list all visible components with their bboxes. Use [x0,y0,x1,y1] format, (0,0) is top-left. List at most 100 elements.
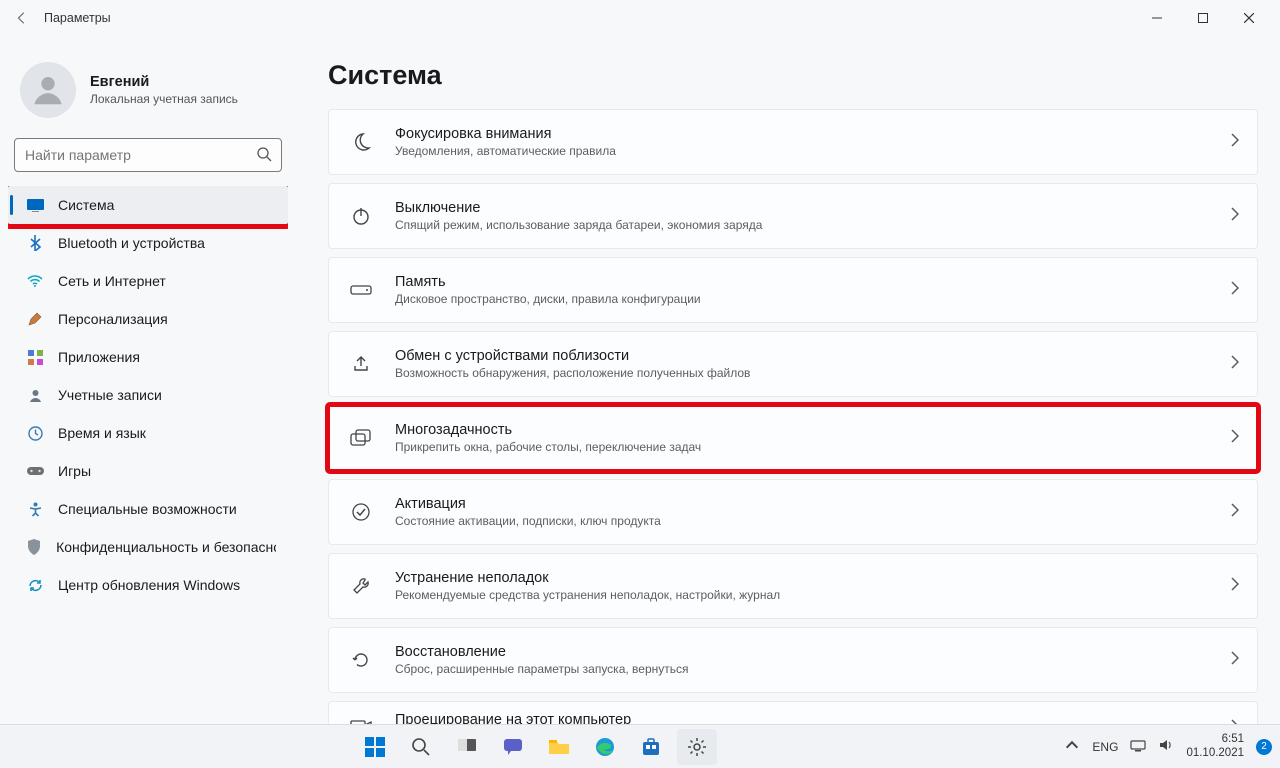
nav-item-privacy[interactable]: Конфиденциальность и безопасность [8,528,288,566]
card-sub: Прикрепить окна, рабочие столы, переключ… [395,440,1210,454]
nav-label: Приложения [58,349,140,365]
chevron-right-icon [1230,207,1239,226]
nav-item-personalization[interactable]: Персонализация [8,300,288,338]
titlebar: Параметры [0,0,1280,36]
minimize-button[interactable] [1134,3,1180,33]
apps-icon [26,350,44,365]
nav-item-network[interactable]: Сеть и Интернет [8,262,288,300]
settings-cards: Фокусировка внимания Уведомления, автомат… [328,109,1258,724]
display-icon [26,199,44,212]
explorer-button[interactable] [539,729,579,765]
card-sub: Сброс, расширенные параметры запуска, ве… [395,662,1210,676]
notification-badge[interactable]: 2 [1256,739,1272,755]
card-title: Многозадачность [395,422,1210,438]
nav-label: Специальные возможности [58,501,237,517]
nav-label: Время и язык [58,425,146,441]
edge-button[interactable] [585,729,625,765]
start-button[interactable] [355,729,395,765]
taskbar-search-button[interactable] [401,729,441,765]
nav-list: Система Bluetooth и устройства Сеть и Ин… [8,186,288,604]
wifi-icon [26,275,44,287]
shield-icon [26,539,42,555]
tray-volume-icon[interactable] [1158,737,1174,756]
card-sub: Спящий режим, использование заряда батар… [395,218,1210,232]
check-icon [347,502,375,522]
person-icon [26,388,44,403]
gamepad-icon [26,465,44,477]
tray-chevron-icon[interactable] [1064,737,1080,756]
nav-label: Конфиденциальность и безопасность [56,539,276,555]
chat-button[interactable] [493,729,533,765]
taskbar: ENG 6:51 01.10.2021 2 [0,724,1280,768]
main-panel: Система Фокусировка вниманияУведомления,… [300,36,1280,724]
tray-network-icon[interactable] [1130,737,1146,756]
maximize-button[interactable] [1180,3,1226,33]
card-recovery[interactable]: Восстановление Сброс, расширенные парамет… [328,627,1258,693]
chevron-right-icon [1230,429,1239,448]
chevron-right-icon [1230,355,1239,374]
paint-icon [26,311,44,327]
card-title: Выключение [395,200,1210,216]
nav-item-bluetooth[interactable]: Bluetooth и устройства [8,224,288,262]
card-title: Проецирование на этот компьютер [395,712,1210,724]
nav-label: Персонализация [58,311,168,327]
chevron-right-icon [1230,651,1239,670]
card-title: Обмен с устройствами поблизости [395,348,1210,364]
card-sub: Уведомления, автоматические правила [395,144,1210,158]
store-button[interactable] [631,729,671,765]
chevron-right-icon [1230,133,1239,152]
card-sub: Возможность обнаружения, расположение по… [395,366,1210,380]
power-icon [347,206,375,226]
moon-icon [347,132,375,152]
tray-date: 01.10.2021 [1186,747,1244,760]
nav-item-gaming[interactable]: Игры [8,452,288,490]
tray-clock[interactable]: 6:51 01.10.2021 [1186,733,1244,759]
card-title: Восстановление [395,644,1210,660]
clock-icon [26,426,44,441]
multitask-icon [347,429,375,447]
nav-label: Bluetooth и устройства [58,235,205,251]
search-input[interactable] [14,138,282,172]
card-multitasking[interactable]: Многозадачность Прикрепить окна, рабочие … [328,405,1258,471]
card-power[interactable]: Выключение Спящий режим, использование за… [328,183,1258,249]
profile-name: Евгений [90,74,238,90]
nav-item-accounts[interactable]: Учетные записи [8,376,288,414]
tray-language[interactable]: ENG [1092,740,1118,754]
card-project[interactable]: Проецирование на этот компьютерРазрешени… [328,701,1258,724]
nav-item-accessibility[interactable]: Специальные возможности [8,490,288,528]
search-icon [256,146,272,167]
nav-item-update[interactable]: Центр обновления Windows [8,566,288,604]
back-button[interactable] [8,4,36,32]
window-title: Параметры [44,11,111,25]
card-focus[interactable]: Фокусировка внимания Уведомления, автомат… [328,109,1258,175]
tray-time: 6:51 [1186,733,1244,746]
settings-window: Параметры Евгений Локальная учетная запи… [0,0,1280,768]
profile-sub: Локальная учетная запись [90,92,238,106]
card-activation[interactable]: АктивацияСостояние активации, подписки, … [328,479,1258,545]
settings-button[interactable] [677,729,717,765]
card-title: Фокусировка внимания [395,126,1210,142]
nav-item-system[interactable]: Система [8,186,288,224]
nav-item-apps[interactable]: Приложения [8,338,288,376]
update-icon [26,578,44,593]
avatar [20,62,76,118]
card-nearby[interactable]: Обмен с устройствами поблизости Возможнос… [328,331,1258,397]
taskview-button[interactable] [447,729,487,765]
nav-label: Сеть и Интернет [58,273,166,289]
sidebar: Евгений Локальная учетная запись Система… [0,36,300,724]
card-sub: Состояние активации, подписки, ключ прод… [395,514,1210,528]
card-title: Устранение неполадок [395,570,1210,586]
recovery-icon [347,650,375,670]
chevron-right-icon [1230,281,1239,300]
card-storage[interactable]: ПамятьДисковое пространство, диски, прав… [328,257,1258,323]
nav-label: Игры [58,463,91,479]
wrench-icon [347,576,375,596]
nav-label: Система [58,197,114,213]
close-button[interactable] [1226,3,1272,33]
nav-item-time[interactable]: Время и язык [8,414,288,452]
card-troubleshoot[interactable]: Устранение неполадокРекомендуемые средст… [328,553,1258,619]
bluetooth-icon [26,235,44,251]
nav-label: Центр обновления Windows [58,577,240,593]
profile-block[interactable]: Евгений Локальная учетная запись [8,48,288,130]
share-icon [347,354,375,374]
